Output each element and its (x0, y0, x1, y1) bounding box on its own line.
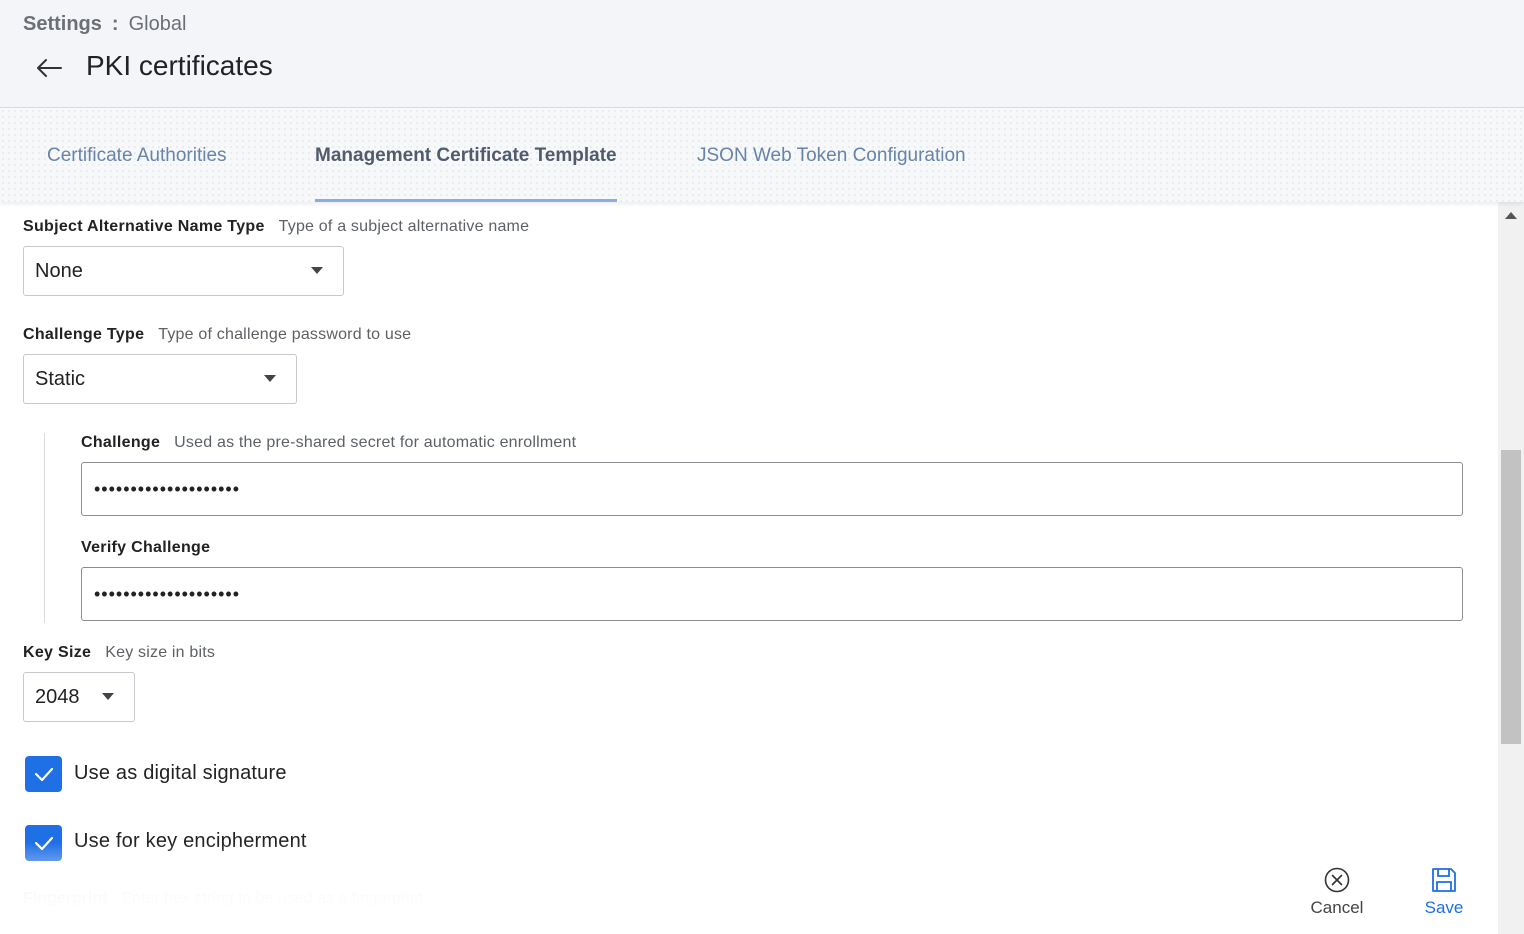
key-size-select[interactable]: 2048 (23, 672, 135, 722)
save-label: Save (1424, 898, 1464, 917)
chevron-down-icon (102, 693, 114, 700)
digital-signature-label[interactable]: Use as digital signature (74, 762, 287, 785)
checkmark-icon (34, 836, 53, 851)
verify-challenge-value: •••••••••••••••••••• (94, 583, 241, 604)
challenge-type-description: Type of challenge password to use (158, 326, 412, 343)
breadcrumb-separator: : (111, 13, 119, 35)
vertical-scrollbar[interactable] (1498, 202, 1524, 934)
save-button[interactable]: Save (1418, 866, 1470, 918)
form-content: Subject Alternative Name Type Type of a s… (0, 202, 1498, 934)
verify-challenge-title: Verify Challenge (81, 539, 211, 556)
cancel-label: Cancel (1310, 898, 1364, 917)
challenge-label: Challenge Used as the pre-shared secret f… (81, 434, 576, 452)
tab-json-web-token-configuration[interactable]: JSON Web Token Configuration (697, 108, 966, 202)
fingerprint-title: Fingerprint (23, 890, 108, 907)
challenge-title: Challenge (81, 434, 161, 451)
scroll-up-arrow-icon[interactable] (1505, 212, 1517, 219)
page-header: Settings: Global PKI certificates (0, 0, 1524, 108)
challenge-type-select[interactable]: Static (23, 354, 297, 404)
verify-challenge-input[interactable]: •••••••••••••••••••• (81, 567, 1463, 621)
key-encipherment-label[interactable]: Use for key encipherment (74, 830, 307, 853)
fingerprint-description: Enter hex string to be used as a fingerp… (121, 890, 423, 907)
verify-challenge-label: Verify Challenge (81, 539, 224, 557)
san-type-select[interactable]: None (23, 246, 344, 296)
chevron-down-icon (264, 375, 276, 382)
cancel-circle-icon (1324, 867, 1350, 893)
key-size-label: Key Size Key size in bits (23, 644, 215, 662)
san-type-description: Type of a subject alternative name (278, 218, 530, 235)
fingerprint-label: Fingerprint Enter hex string to be used a… (23, 890, 423, 908)
digital-signature-checkbox[interactable] (25, 756, 62, 792)
key-size-value: 2048 (35, 685, 80, 708)
tab-management-certificate-template[interactable]: Management Certificate Template (315, 108, 617, 202)
bottom-fade-overlay (0, 842, 1498, 934)
challenge-value: •••••••••••••••••••• (94, 478, 241, 499)
save-floppy-icon (1432, 868, 1456, 892)
breadcrumb: Settings: Global (23, 13, 186, 36)
tab-certificate-authorities[interactable]: Certificate Authorities (47, 108, 227, 202)
key-encipherment-checkbox[interactable] (25, 825, 62, 861)
chevron-down-icon (311, 267, 323, 274)
back-button[interactable] (32, 52, 66, 84)
breadcrumb-root[interactable]: Settings (23, 13, 102, 35)
breadcrumb-current: Global (128, 13, 187, 35)
nested-group-divider (44, 433, 45, 623)
cancel-button[interactable]: Cancel (1305, 866, 1369, 918)
tab-bar: Certificate Authorities Management Certi… (0, 108, 1524, 202)
key-size-title: Key Size (23, 644, 92, 661)
challenge-input[interactable]: •••••••••••••••••••• (81, 462, 1463, 516)
challenge-type-value: Static (35, 367, 86, 390)
key-size-description: Key size in bits (105, 644, 216, 661)
challenge-type-title: Challenge Type (23, 326, 145, 343)
challenge-type-label: Challenge Type Type of challenge password… (23, 326, 411, 344)
san-type-label: Subject Alternative Name Type Type of a s… (23, 218, 529, 236)
challenge-description: Used as the pre-shared secret for automa… (174, 434, 577, 451)
scrollbar-thumb[interactable] (1501, 450, 1521, 744)
san-type-value: None (35, 259, 83, 282)
checkmark-icon (34, 767, 53, 782)
san-type-title: Subject Alternative Name Type (23, 218, 265, 235)
page-title: PKI certificates (86, 50, 273, 81)
arrow-left-icon (37, 59, 62, 77)
